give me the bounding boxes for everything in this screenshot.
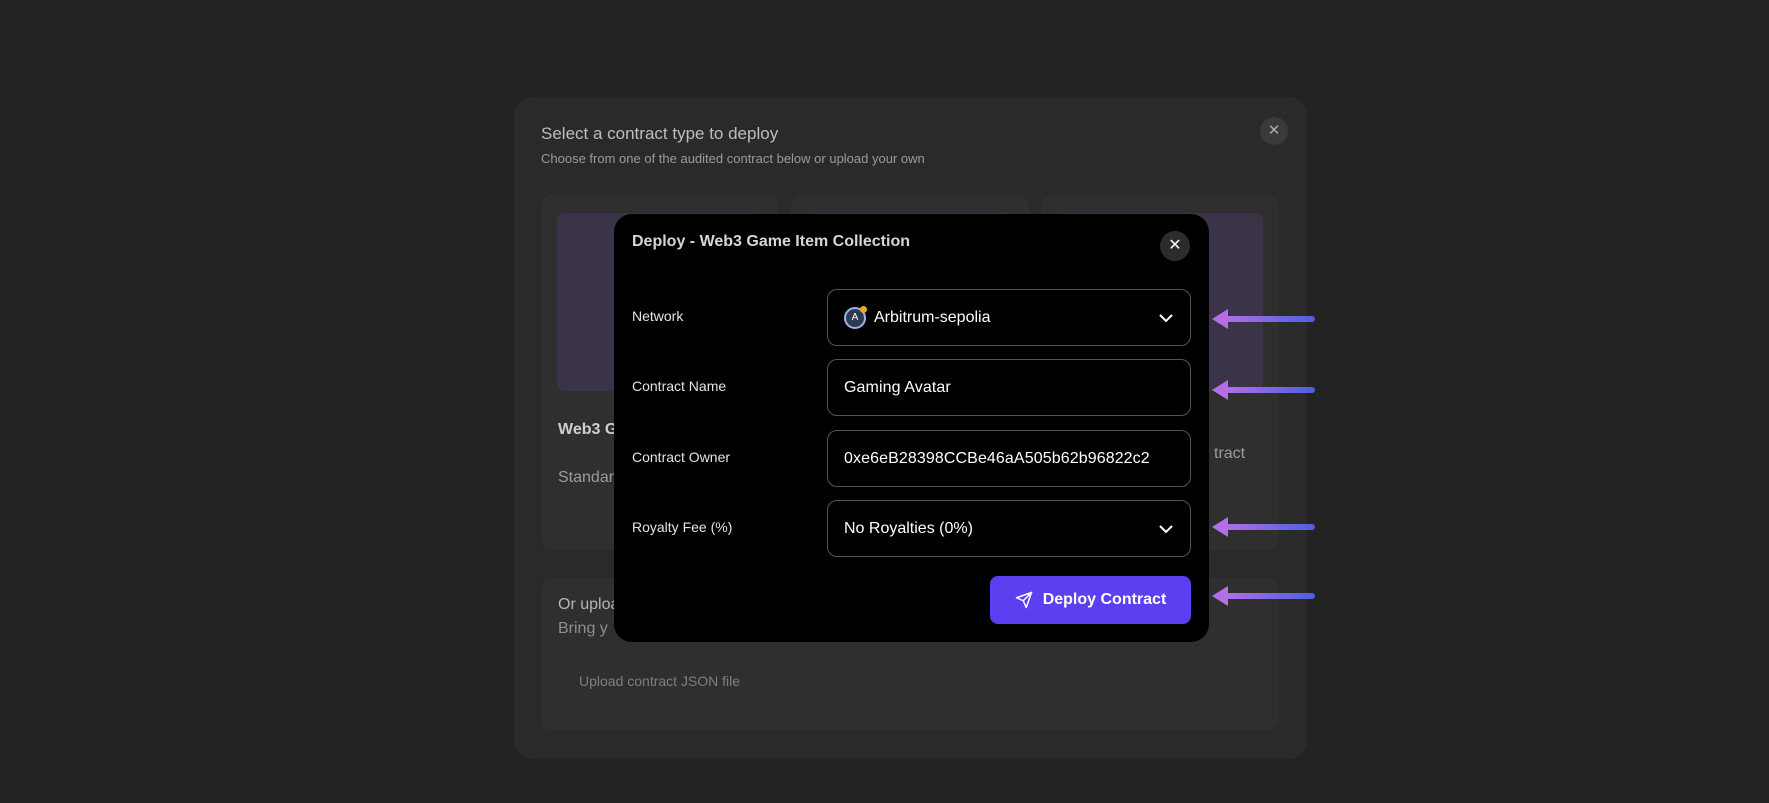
- arrow-left-icon: [1212, 586, 1315, 606]
- network-label: Network: [632, 308, 684, 324]
- royalty-fee-label: Royalty Fee (%): [632, 519, 733, 535]
- card-description: tract: [1214, 445, 1246, 462]
- chevron-down-icon: [1159, 314, 1173, 323]
- royalty-fee-value: No Royalties (0%): [844, 519, 973, 537]
- close-button[interactable]: ✕: [1160, 231, 1190, 261]
- arbitrum-network-icon: A: [844, 305, 867, 329]
- upload-subtitle: Bring y: [558, 620, 608, 637]
- contract-owner-input[interactable]: [844, 449, 1174, 468]
- arrow-left-icon: [1212, 517, 1315, 537]
- contract-owner-label: Contract Owner: [632, 449, 731, 465]
- send-icon: [1015, 591, 1032, 609]
- network-value: Arbitrum-sepolia: [874, 308, 991, 326]
- chevron-down-icon: [1159, 525, 1173, 534]
- deploy-contract-label: Deploy Contract: [1042, 591, 1167, 608]
- contract-type-subtitle: Choose from one of the audited contract …: [541, 151, 925, 166]
- network-select[interactable]: A Arbitrum-sepolia: [827, 289, 1191, 346]
- arrow-left-icon: [1212, 309, 1315, 329]
- deploy-modal: Deploy - Web3 Game Item Collection ✕ Net…: [614, 214, 1209, 642]
- contract-name-field[interactable]: [827, 359, 1191, 416]
- background-close-icon[interactable]: ✕: [1260, 117, 1288, 145]
- upload-file-button[interactable]: Upload contract JSON file: [579, 673, 740, 689]
- close-icon: ✕: [1168, 237, 1182, 254]
- contract-name-input[interactable]: [844, 378, 1174, 397]
- royalty-fee-select[interactable]: No Royalties (0%): [827, 500, 1191, 557]
- arrow-left-icon: [1212, 380, 1315, 400]
- contract-type-title: Select a contract type to deploy: [541, 124, 779, 143]
- modal-title: Deploy - Web3 Game Item Collection: [632, 233, 910, 250]
- deploy-contract-button[interactable]: Deploy Contract: [990, 576, 1191, 624]
- contract-owner-field[interactable]: [827, 430, 1191, 487]
- contract-name-label: Contract Name: [632, 378, 727, 394]
